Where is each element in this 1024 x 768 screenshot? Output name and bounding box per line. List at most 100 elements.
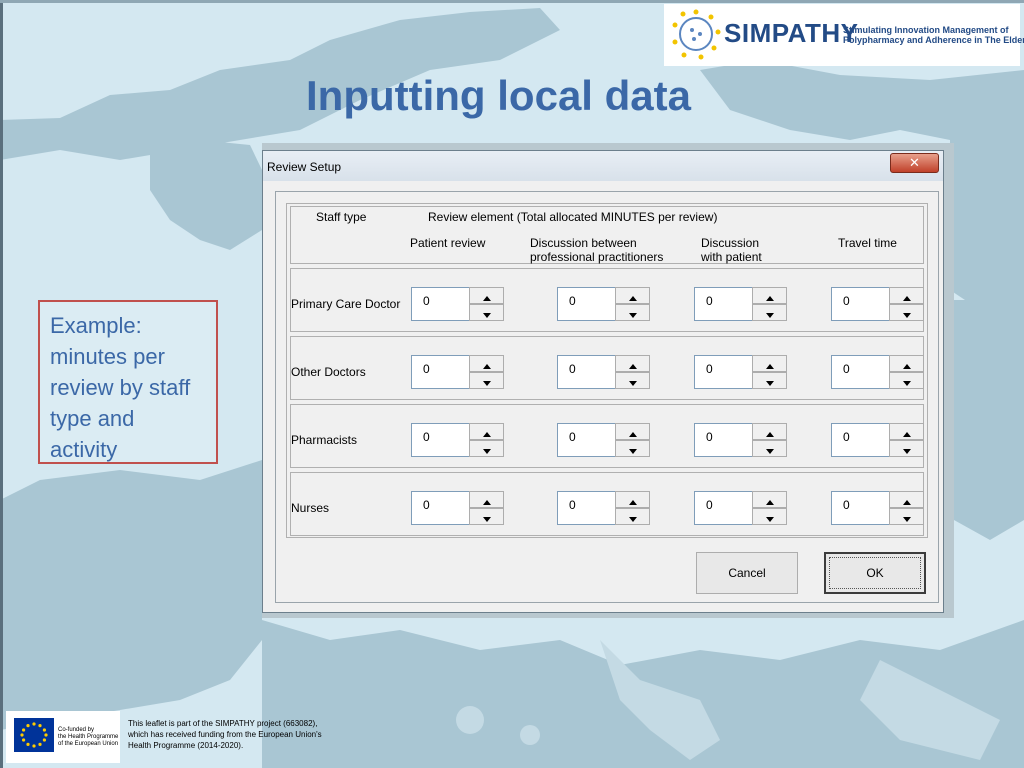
header-discussion-patient-line1: Discussion [701, 236, 760, 250]
disclaimer-line-3: Health Programme (2014-2020). [128, 741, 244, 750]
stepper-down-button[interactable] [469, 508, 504, 525]
stepper-up-button[interactable] [469, 423, 504, 440]
stepper-input[interactable]: 0 [694, 491, 752, 525]
stepper-input[interactable]: 0 [557, 491, 615, 525]
stepper-up-button[interactable] [469, 287, 504, 304]
stepper-down-button[interactable] [889, 508, 924, 525]
stepper-input[interactable]: 0 [694, 287, 752, 321]
close-button[interactable]: ✕ [890, 153, 939, 173]
arrow-up-icon [765, 364, 774, 369]
patient-review-stepper[interactable]: 0 [411, 355, 504, 389]
callout-line-2: minutes per [50, 344, 165, 369]
stepper-down-button[interactable] [889, 304, 924, 321]
stepper-input[interactable]: 0 [557, 423, 615, 457]
stepper-down-button[interactable] [615, 372, 650, 389]
stepper-input[interactable]: 0 [831, 355, 889, 389]
stepper-up-button[interactable] [615, 287, 650, 304]
stepper-input[interactable]: 0 [831, 491, 889, 525]
discussion-professionals-stepper[interactable]: 0 [557, 287, 650, 321]
stepper-down-button[interactable] [469, 440, 504, 457]
travel-time-stepper[interactable]: 0 [831, 287, 924, 321]
row-label: Other Doctors [291, 365, 366, 379]
discussion-professionals-stepper[interactable]: 0 [557, 491, 650, 525]
stepper-down-button[interactable] [889, 372, 924, 389]
review-grid: Staff type Review element (Total allocat… [286, 203, 928, 538]
stepper-up-button[interactable] [469, 355, 504, 372]
arrow-down-icon [902, 381, 911, 386]
stepper-up-button[interactable] [889, 491, 924, 508]
stepper-down-button[interactable] [752, 304, 787, 321]
arrow-up-icon [628, 432, 637, 437]
patient-review-stepper[interactable]: 0 [411, 491, 504, 525]
eu-text-line-1: Co-funded by [58, 727, 95, 733]
stepper-input[interactable]: 0 [694, 423, 752, 457]
stepper-up-button[interactable] [615, 355, 650, 372]
stepper-input[interactable]: 0 [694, 355, 752, 389]
review-setup-dialog: Review Setup ✕ Staff type Review element… [262, 150, 944, 613]
stepper-input[interactable]: 0 [831, 423, 889, 457]
arrow-down-icon [628, 381, 637, 386]
cancel-button[interactable]: Cancel [696, 552, 798, 594]
stepper-up-button[interactable] [889, 355, 924, 372]
stepper-down-button[interactable] [752, 508, 787, 525]
slide-title: Inputting local data [306, 72, 691, 119]
eu-text-line-3: of the European Union [58, 741, 119, 747]
stepper-input[interactable]: 0 [411, 355, 469, 389]
discussion-professionals-stepper[interactable]: 0 [557, 423, 650, 457]
stepper-value: 0 [843, 362, 850, 376]
logo-tagline: Stimulating Innovation Management of Pol… [843, 25, 1024, 45]
header-travel-time: Travel time [838, 236, 897, 250]
arrow-down-icon [482, 517, 491, 522]
patient-review-stepper[interactable]: 0 [411, 287, 504, 321]
stepper-value: 0 [569, 430, 576, 444]
stepper-up-button[interactable] [615, 423, 650, 440]
logo-tagline-line-1: Stimulating Innovation Management of [843, 25, 1009, 35]
stepper-input[interactable]: 0 [557, 355, 615, 389]
travel-time-stepper[interactable]: 0 [831, 491, 924, 525]
stepper-down-button[interactable] [615, 440, 650, 457]
stepper-value: 0 [423, 430, 430, 444]
callout-line-5: activity [50, 437, 118, 462]
stepper-up-button[interactable] [889, 423, 924, 440]
arrow-down-icon [765, 449, 774, 454]
stepper-up-button[interactable] [752, 287, 787, 304]
header-discussion-professionals-line2: professional practitioners [530, 250, 664, 264]
stepper-value: 0 [569, 362, 576, 376]
discussion-patient-stepper[interactable]: 0 [694, 287, 787, 321]
stepper-value: 0 [843, 430, 850, 444]
stepper-up-button[interactable] [752, 491, 787, 508]
stepper-input[interactable]: 0 [411, 287, 469, 321]
header-patient-review: Patient review [410, 236, 486, 250]
stepper-down-button[interactable] [615, 304, 650, 321]
callout-line-4: type and [50, 406, 135, 431]
arrow-up-icon [482, 296, 491, 301]
dialog-titlebar[interactable]: Review Setup ✕ [263, 151, 943, 181]
arrow-up-icon [482, 432, 491, 437]
funding-disclaimer: This leaflet is part of the SIMPATHY pro… [128, 718, 322, 751]
stepper-down-button[interactable] [752, 440, 787, 457]
stepper-input[interactable]: 0 [411, 491, 469, 525]
disclaimer-line-2: which has received funding from the Euro… [128, 730, 322, 739]
patient-review-stepper[interactable]: 0 [411, 423, 504, 457]
discussion-patient-stepper[interactable]: 0 [694, 355, 787, 389]
discussion-patient-stepper[interactable]: 0 [694, 423, 787, 457]
stepper-input[interactable]: 0 [557, 287, 615, 321]
stepper-down-button[interactable] [752, 372, 787, 389]
stepper-input[interactable]: 0 [411, 423, 469, 457]
travel-time-stepper[interactable]: 0 [831, 423, 924, 457]
stepper-down-button[interactable] [469, 304, 504, 321]
ok-button[interactable]: OK [824, 552, 926, 594]
stepper-down-button[interactable] [615, 508, 650, 525]
stepper-down-button[interactable] [889, 440, 924, 457]
stepper-up-button[interactable] [752, 355, 787, 372]
discussion-patient-stepper[interactable]: 0 [694, 491, 787, 525]
stepper-up-button[interactable] [752, 423, 787, 440]
close-icon: ✕ [909, 155, 920, 170]
stepper-down-button[interactable] [469, 372, 504, 389]
stepper-input[interactable]: 0 [831, 287, 889, 321]
stepper-up-button[interactable] [889, 287, 924, 304]
travel-time-stepper[interactable]: 0 [831, 355, 924, 389]
stepper-up-button[interactable] [615, 491, 650, 508]
stepper-up-button[interactable] [469, 491, 504, 508]
discussion-professionals-stepper[interactable]: 0 [557, 355, 650, 389]
